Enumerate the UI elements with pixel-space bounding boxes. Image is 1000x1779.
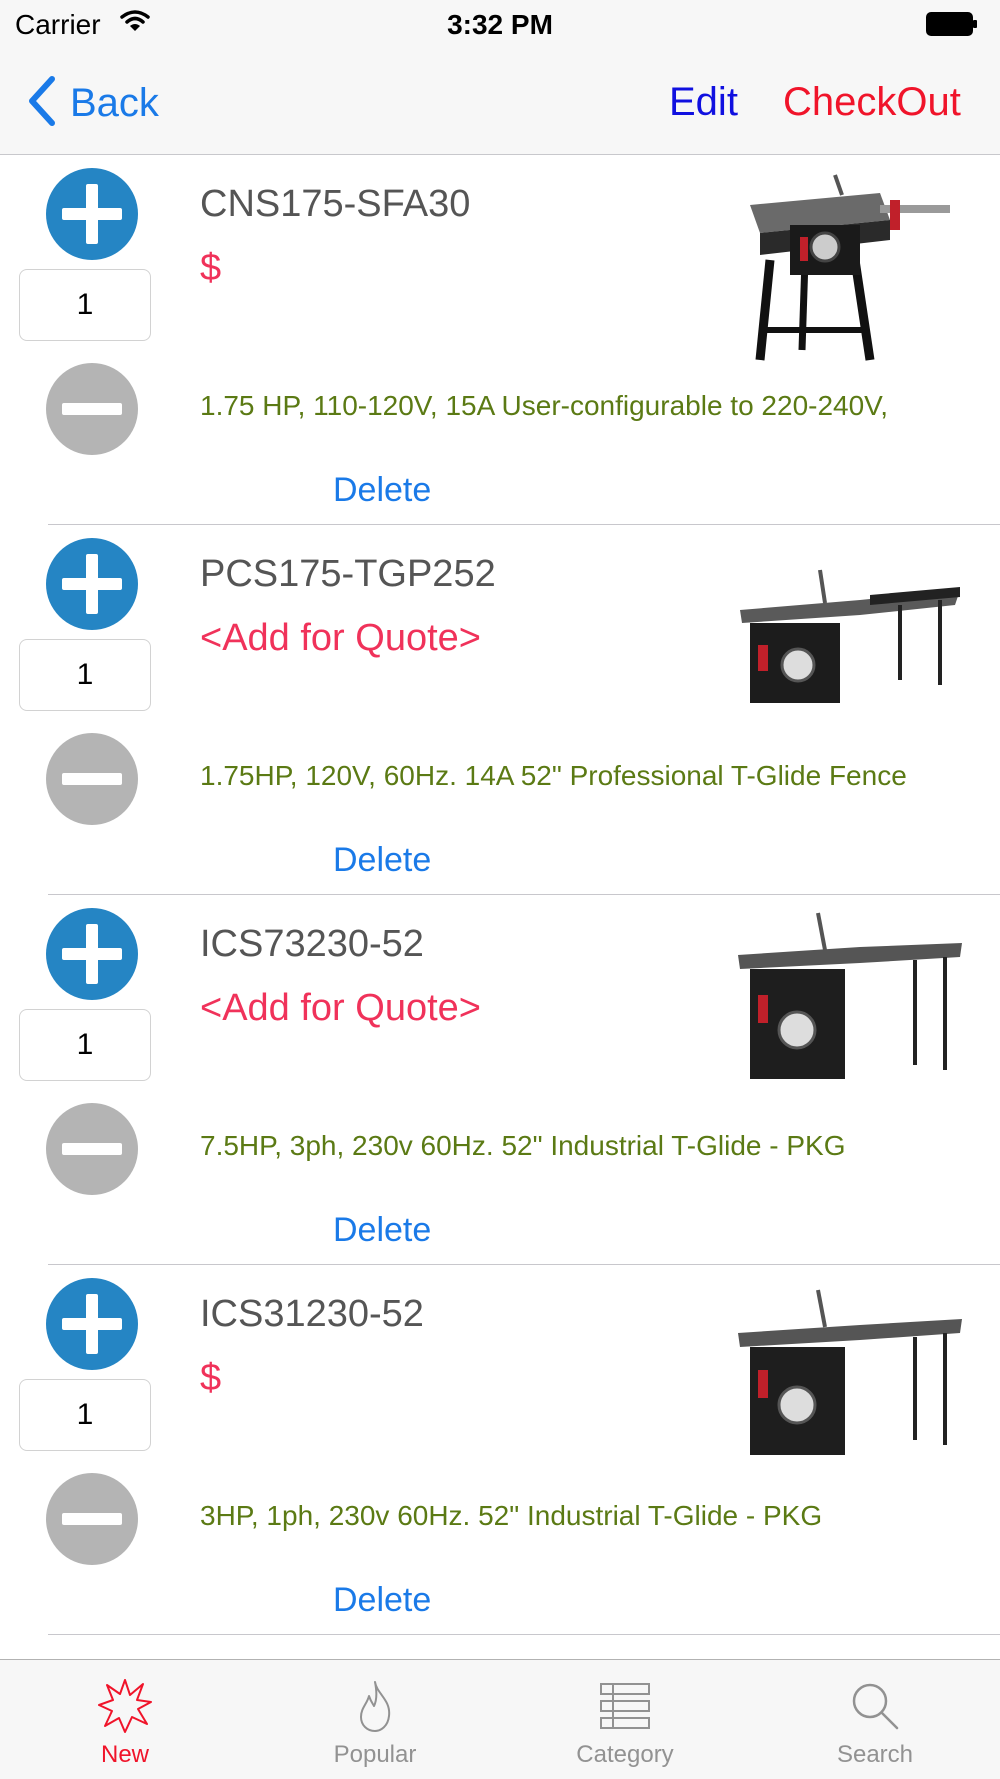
product-image (730, 165, 962, 365)
increment-button[interactable] (46, 908, 138, 1000)
product-image (730, 535, 962, 735)
quantity-field[interactable]: 1 (19, 639, 151, 711)
tab-bar: New Popular Category Search (0, 1659, 1000, 1779)
cart-item-row: 1 CNS175-SFA30 $ 1.75 HP, 110-120V, 15A … (0, 155, 1000, 525)
product-image (730, 905, 962, 1105)
increment-button[interactable] (46, 1278, 138, 1370)
tab-search[interactable]: Search (750, 1660, 1000, 1779)
product-description: 7.5HP, 3ph, 230v 60Hz. 52" Industrial T-… (200, 1130, 846, 1161)
product-description: 3HP, 1ph, 230v 60Hz. 52" Industrial T-Gl… (200, 1500, 823, 1531)
back-button[interactable]: Back (28, 75, 159, 131)
tab-label: Category (576, 1741, 674, 1768)
tab-new[interactable]: New (0, 1660, 250, 1779)
battery-icon (926, 12, 978, 36)
product-name: PCS175-TGP252 (200, 553, 496, 595)
navigation-bar: Back Edit CheckOut (0, 50, 1000, 155)
decrement-button[interactable] (46, 733, 138, 825)
status-time: 3:32 PM (447, 9, 553, 40)
list-icon (597, 1678, 653, 1734)
product-name: ICS73230-52 (200, 923, 424, 965)
increment-button[interactable] (46, 538, 138, 630)
quantity-field[interactable]: 1 (19, 1009, 151, 1081)
product-price: $ (200, 247, 222, 289)
cart-item-row: 1 ICS31230-52 $ 3HP, 1ph, 230v 60Hz. 52"… (0, 1265, 1000, 1635)
increment-button[interactable] (46, 168, 138, 260)
quantity-field[interactable]: 1 (19, 269, 151, 341)
product-price: $ (200, 1357, 222, 1399)
decrement-button[interactable] (46, 1473, 138, 1565)
tab-label: Popular (333, 1741, 417, 1768)
quantity-field[interactable]: 1 (19, 1379, 151, 1451)
delete-button[interactable]: Delete (333, 1211, 431, 1250)
product-description: 1.75HP, 120V, 60Hz. 14A 52" Professional… (200, 760, 907, 791)
delete-button[interactable]: Delete (333, 841, 431, 880)
product-name: CNS175-SFA30 (200, 183, 471, 225)
flame-icon (347, 1678, 403, 1734)
tab-label: New (100, 1741, 149, 1768)
product-name: ICS31230-52 (200, 1293, 424, 1335)
tab-label: Search (836, 1741, 914, 1768)
row-divider (48, 1634, 1000, 1635)
product-price: <Add for Quote> (200, 617, 481, 659)
edit-button[interactable]: Edit (669, 80, 738, 125)
decrement-button[interactable] (46, 1103, 138, 1195)
cart-list[interactable]: 1 CNS175-SFA30 $ 1.75 HP, 110-120V, 15A … (0, 155, 1000, 1659)
decrement-button[interactable] (46, 363, 138, 455)
cart-item-row: 1 ICS73230-52 <Add for Quote> 7.5HP, 3ph… (0, 895, 1000, 1265)
cart-item-row: 1 PCS175-TGP252 <Add for Quote> 1.75HP, … (0, 525, 1000, 895)
status-bar: Carrier 3:32 PM (0, 0, 1000, 50)
product-image (730, 1275, 962, 1475)
search-icon (847, 1678, 903, 1734)
product-description: 1.75 HP, 110-120V, 15A User-configurable… (200, 390, 889, 421)
tab-popular[interactable]: Popular (250, 1660, 500, 1779)
delete-button[interactable]: Delete (333, 471, 431, 510)
checkout-button[interactable]: CheckOut (783, 80, 961, 125)
delete-button[interactable]: Delete (333, 1581, 431, 1620)
new-star-icon (97, 1678, 153, 1734)
back-button-label: Back (70, 80, 159, 125)
product-price: <Add for Quote> (200, 987, 481, 1029)
chevron-left-icon (28, 75, 56, 131)
tab-category[interactable]: Category (500, 1660, 750, 1779)
